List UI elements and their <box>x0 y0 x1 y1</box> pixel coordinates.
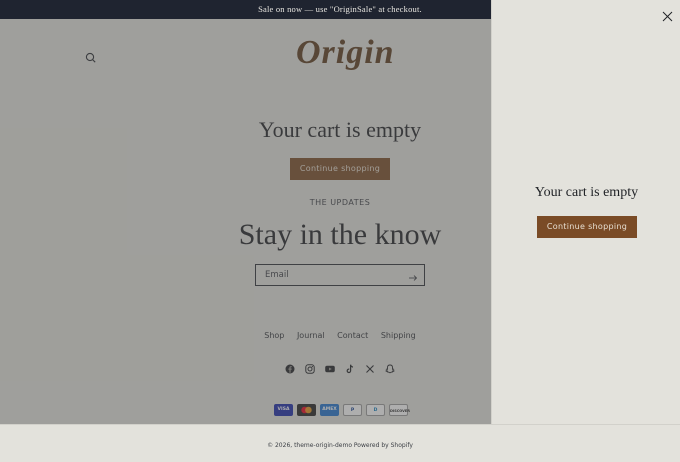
close-icon <box>662 11 673 22</box>
divider <box>0 424 680 425</box>
announcement-text: Sale on now — use "OriginSale" at checko… <box>258 4 422 14</box>
drawer-continue-shopping-button[interactable]: Continue shopping <box>537 216 637 238</box>
cart-drawer: Your cart is empty Continue shopping <box>491 0 680 424</box>
modal-overlay[interactable] <box>0 19 491 424</box>
close-button[interactable] <box>662 9 673 22</box>
copyright-text: © 2026, theme-origin-demo Powered by Sho… <box>267 442 413 449</box>
drawer-cart-title: Your cart is empty <box>534 185 639 200</box>
